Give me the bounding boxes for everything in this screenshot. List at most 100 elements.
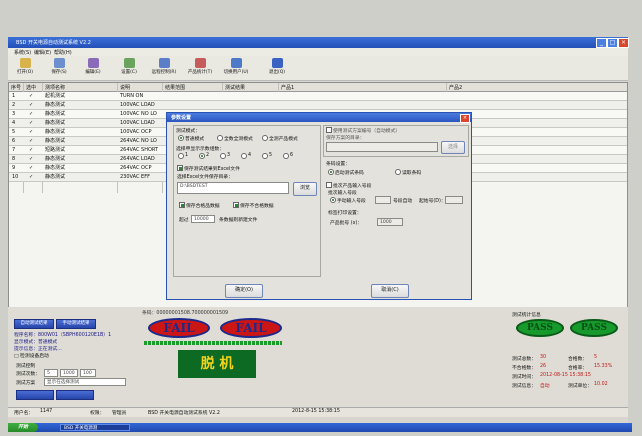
toolbar-label: 保存(S) [51, 70, 67, 75]
test-count-field-3[interactable]: 100 [80, 369, 96, 377]
mode-normal-radio[interactable] [178, 135, 184, 141]
edit-icon [87, 58, 99, 68]
interval-suffix: 条数据则新建文件 [219, 218, 258, 223]
col-header-name[interactable]: 测项名称 [45, 84, 65, 91]
ok-button[interactable]: 确定(O) [225, 284, 263, 298]
count-3-radio[interactable] [220, 153, 226, 159]
scan-segment-checkbox[interactable] [326, 182, 332, 188]
mode-product-radio[interactable] [262, 135, 268, 141]
count-3-label: 3 [227, 153, 231, 158]
scan-manual-input[interactable] [375, 196, 391, 204]
toolbar-open-button[interactable]: 打开(O) [12, 58, 38, 78]
col-header-product1[interactable]: 产品1 [281, 84, 294, 91]
cancel-button[interactable]: 取消(C) [371, 284, 409, 298]
count-6-radio[interactable] [283, 153, 289, 159]
row-select-checkbox[interactable]: ✓ [29, 137, 33, 145]
toolbar-remote-button[interactable]: 远程控制(R) [148, 58, 180, 78]
prompt-info: 提示信息：正在测试... [14, 347, 62, 352]
maximize-button[interactable]: □ [607, 38, 618, 48]
col-header-no[interactable]: 序号 [11, 84, 21, 91]
row-select-checkbox[interactable]: ✓ [29, 155, 33, 163]
taskbar-app-item[interactable]: BSD 开关电源测 [60, 424, 130, 431]
scan-auto-label: 号段自动 [393, 199, 413, 204]
count-4-radio[interactable] [241, 153, 247, 159]
excel-path-input[interactable]: D:\BSDTEST [177, 182, 289, 194]
row-select-checkbox[interactable]: ✓ [29, 92, 33, 100]
fail-indicator-1: FAIL [148, 318, 210, 338]
product-batch-input[interactable]: 1000 [377, 218, 403, 226]
count-5-radio[interactable] [262, 153, 268, 159]
barcode-start-radio[interactable] [328, 169, 334, 175]
test-scheme-select[interactable]: 显示在选择测试 [44, 378, 126, 386]
row-select-checkbox[interactable]: ✓ [29, 101, 33, 109]
col-header-result[interactable]: 测试结果 [225, 84, 245, 91]
menu-help[interactable]: 帮助(H) [54, 49, 72, 56]
test-count-field[interactable]: 5 [44, 369, 58, 377]
grid-header: 序号 选中 测项名称 说明 结果范围 测试结果 产品1 产品2 [9, 83, 627, 92]
mode-all-radio[interactable] [217, 135, 223, 141]
save-pass-checkbox[interactable] [179, 202, 185, 208]
count-1-radio[interactable] [178, 153, 184, 159]
row-select-checkbox[interactable]: ✓ [29, 110, 33, 118]
select-dir-button[interactable]: 选择 [441, 141, 465, 154]
menu-system[interactable]: 系统(S) [14, 49, 31, 56]
browse-button[interactable]: 浏览 [293, 182, 317, 196]
manual-result-button[interactable]: 手动测试结果 [56, 319, 96, 329]
toolbar-switch-user-button[interactable]: 切换用户(U) [220, 58, 252, 78]
start-button[interactable]: 开始 [8, 423, 38, 432]
count-2-radio[interactable] [199, 153, 205, 159]
row-description: 100VAC OCP [120, 129, 152, 135]
row-select-checkbox[interactable]: ✓ [29, 146, 33, 154]
test-count-field-2[interactable]: 1000 [60, 369, 78, 377]
stats-unit-label: 测试单位： [568, 384, 592, 389]
dialog-title-bar[interactable]: 参数设置 × [167, 113, 471, 123]
row-test-name: 起机测试 [45, 93, 66, 99]
close-button[interactable]: × [618, 38, 629, 48]
col-header-range[interactable]: 结果范围 [165, 84, 185, 91]
row-select-checkbox[interactable]: ✓ [29, 164, 33, 172]
toolbar-edit-button[interactable]: 编辑(E) [80, 58, 106, 78]
custom-dir-checkbox[interactable] [326, 127, 332, 133]
stop-test-button[interactable] [56, 390, 94, 400]
toolbar-settings-button[interactable]: 设置(C) [116, 58, 142, 78]
barcode-read-radio[interactable] [395, 169, 401, 175]
title-bar[interactable]: BSD 开关电源自动测试系统 V2.2 _ □ × [8, 37, 629, 48]
col-header-desc[interactable]: 说明 [120, 84, 130, 91]
start-test-button[interactable] [16, 390, 54, 400]
table-row[interactable]: 1 ✓ 起机测试 TURN ON [9, 92, 627, 101]
product-batch-label: 产品批号 (x)： [330, 221, 363, 226]
row-test-name: 静态测试 [45, 111, 66, 117]
scan-manual-radio[interactable] [330, 197, 336, 203]
stats-pass-value: 5 [594, 355, 598, 360]
interval-input[interactable]: 10000 [191, 215, 215, 223]
row-select-checkbox[interactable]: ✓ [29, 128, 33, 136]
row-number: 2 [12, 102, 16, 108]
start-number-input[interactable] [445, 196, 463, 204]
save-excel-checkbox[interactable] [177, 165, 183, 171]
program-name: 程序名称：800W01（SBPH600120E1B）1 [14, 333, 112, 338]
custom-dir-input[interactable] [326, 142, 438, 152]
row-select-checkbox[interactable]: ✓ [29, 173, 33, 181]
print-settings-label: 标签打印设置： [328, 211, 362, 216]
toolbar-exit-button[interactable]: 退出(Q) [264, 58, 290, 78]
minimize-button[interactable]: _ [596, 38, 607, 48]
row-select-checkbox[interactable]: ✓ [29, 119, 33, 127]
row-number: 8 [12, 156, 16, 162]
toolbar-stats-button[interactable]: 产品统计(T) [184, 58, 216, 78]
auto-result-button[interactable]: 自动测试结果 [14, 319, 54, 329]
window-title: BSD 开关电源自动测试系统 V2.2 [16, 40, 91, 46]
settings-icon [123, 58, 135, 68]
dialog-close-button[interactable]: × [460, 114, 470, 123]
save-fail-checkbox[interactable] [233, 202, 239, 208]
row-test-name: 静态测试 [45, 120, 66, 126]
toolbar-save-button[interactable]: 保存(S) [46, 58, 72, 78]
menu-edit[interactable]: 编辑(E) [34, 49, 51, 56]
stats-time-label: 测试时间： [512, 375, 536, 380]
table-row[interactable]: 2 ✓ 静态测试 100VAC LOAD [9, 101, 627, 110]
barcode-start-label: 启动测试条码 [335, 171, 364, 176]
device-start-check[interactable]: □ 检测设备启动 [14, 352, 49, 359]
col-header-select[interactable]: 选中 [26, 84, 36, 91]
col-header-product2[interactable]: 产品2 [449, 84, 462, 91]
stats-unit-value: 10.02 [594, 382, 608, 387]
row-description: 100VAC LOAD [120, 120, 155, 126]
